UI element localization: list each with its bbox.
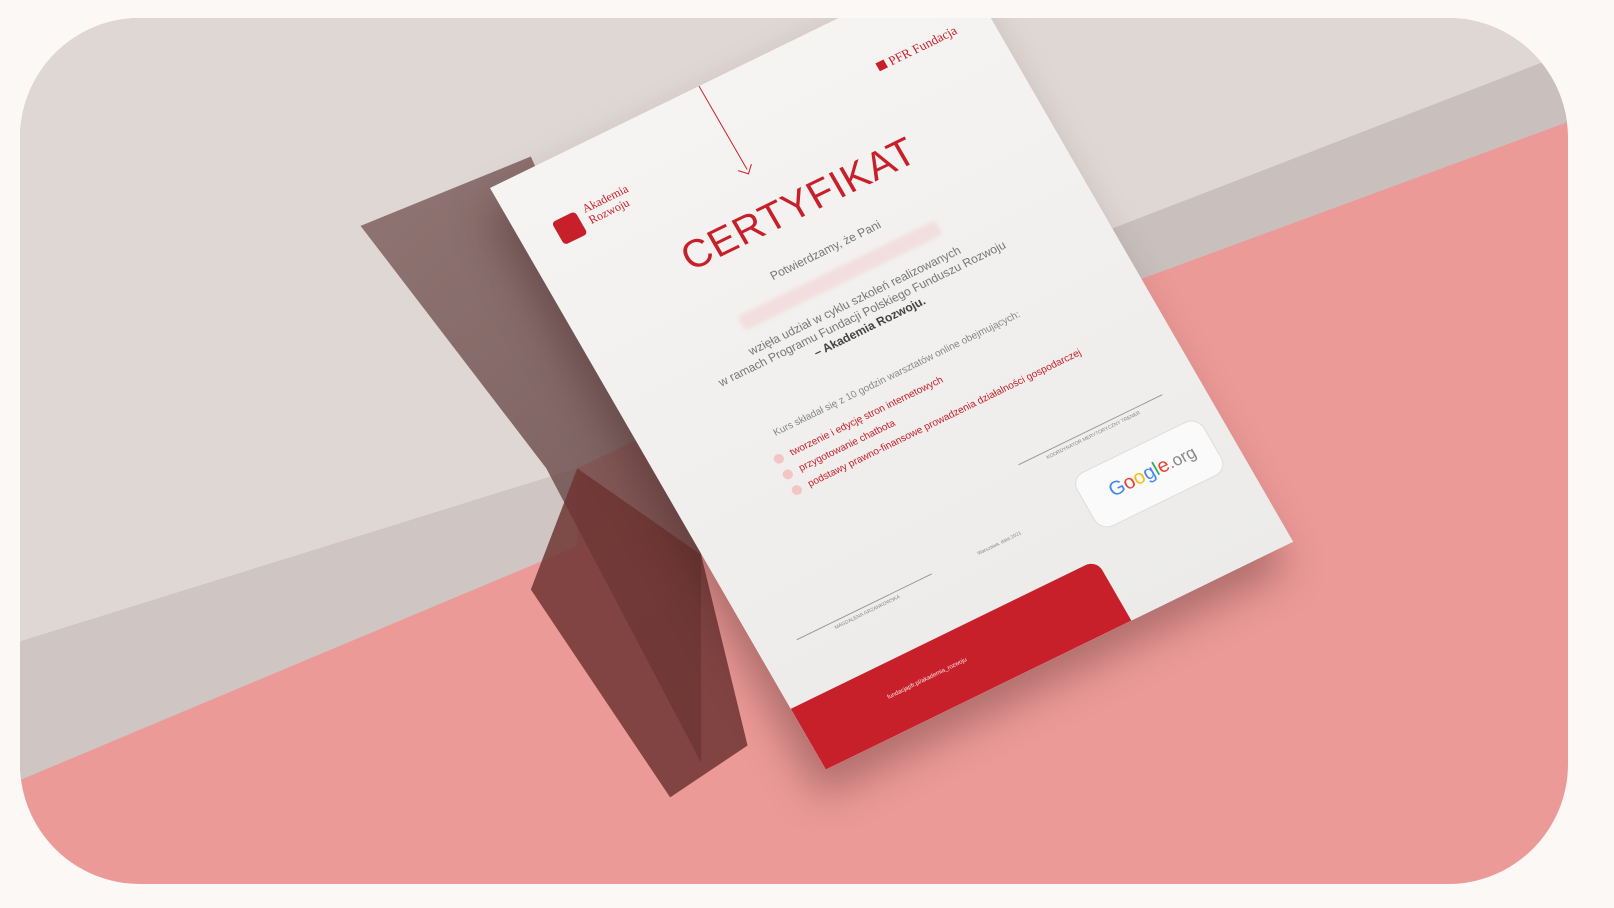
arrow-line [698, 85, 748, 170]
check-icon [790, 483, 805, 497]
arrow-down-icon [737, 160, 752, 175]
check-icon [781, 468, 796, 482]
akademia-logo-icon [551, 211, 588, 246]
photo-scene: Akademia Rozwoju PFR Fundacja CERTYFIKAT… [20, 18, 1568, 884]
check-icon [771, 452, 786, 466]
issue-date: Warszawa, data 2021 [976, 530, 1023, 557]
akademia-logo-text: Akademia Rozwoju [579, 181, 632, 227]
signatory-signature: MAGDALENA GRZANKOWSKA [796, 573, 937, 648]
pfr-fundacja-logo: PFR Fundacja [874, 23, 960, 75]
